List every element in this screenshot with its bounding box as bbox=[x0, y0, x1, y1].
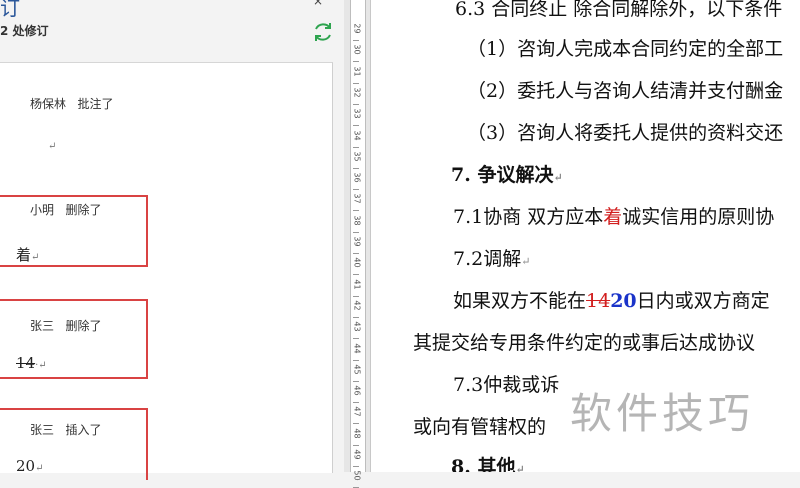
doc-line: （3）咨询人将委托人提供的资料交还 bbox=[467, 122, 784, 144]
doc-line: 7.3仲裁或诉 bbox=[453, 374, 560, 396]
revision-action: 删除了 bbox=[65, 203, 102, 217]
deleted-number: 14 bbox=[586, 290, 611, 312]
doc-line: 6.3 合同终止 除合同解除外，以下条件 bbox=[455, 0, 783, 20]
ruler-number: 44 bbox=[352, 342, 362, 354]
ruler-tick bbox=[353, 167, 359, 169]
ruler-number: 42 bbox=[352, 300, 362, 311]
ruler-tick bbox=[353, 40, 359, 41]
ruler-number: 39 bbox=[352, 236, 362, 247]
ruler-number: 41 bbox=[352, 279, 362, 290]
ruler-tick bbox=[353, 359, 359, 361]
heading-other: 8. 其他↵ bbox=[451, 456, 525, 472]
ruler-number: 33 bbox=[352, 108, 362, 119]
revision-item-comment[interactable]: 杨保林 批注了 bbox=[30, 95, 114, 112]
doc-line: 7.2调解↵ bbox=[453, 248, 531, 270]
revision-author: 张三 bbox=[30, 319, 55, 333]
vertical-ruler: 29 30 31 32 33 34 35 36 37 38 39 40 41 42 43 44 45 46 47 48… bbox=[344, 0, 371, 488]
ruler-number: 32 bbox=[352, 87, 362, 98]
ruler-tick bbox=[353, 380, 359, 382]
ruler-tick bbox=[353, 82, 359, 84]
ruler-tick bbox=[353, 61, 359, 63]
doc-line: （1）咨询人完成本合同约定的全部工 bbox=[467, 38, 784, 60]
revision-action: 插入了 bbox=[65, 423, 102, 437]
revision-list[interactable]: 杨保林 批注了 ↵ 小明 删除了 着↵ 张三 删除了 14·↵ 张三 插入了 2… bbox=[0, 62, 333, 480]
revision-count: 2 处修订 bbox=[0, 24, 49, 38]
revision-content: 14·↵ bbox=[16, 354, 47, 372]
ruler-number: 49 bbox=[352, 449, 362, 460]
paragraph-mark: ↵ bbox=[48, 141, 57, 152]
ruler-tick bbox=[353, 189, 359, 191]
paragraph-mark: ↵ bbox=[31, 252, 40, 263]
paragraph-mark: ↵ bbox=[35, 463, 44, 474]
doc-line: 7.1协商 双方应本着诚实信用的原则协 bbox=[453, 206, 775, 228]
ruler-tick bbox=[353, 146, 359, 148]
deleted-text: 着 bbox=[16, 246, 32, 264]
inserted-number: 20 bbox=[610, 290, 637, 312]
revision-content: 着↵ bbox=[16, 244, 39, 265]
close-icon[interactable]: × bbox=[313, 0, 323, 8]
ruler-tick bbox=[353, 338, 359, 340]
pane-title: 订 bbox=[0, 0, 20, 20]
ruler-number: 40 bbox=[352, 257, 362, 268]
inserted-text: 20 bbox=[16, 457, 36, 475]
revision-content: 20↵ bbox=[16, 457, 43, 475]
ruler-number: 31 bbox=[352, 66, 362, 77]
revision-header: 张三 删除了 bbox=[30, 317, 102, 334]
heading-dispute: 7. 争议解决↵ bbox=[451, 164, 563, 186]
doc-line: 其提交给专用条件约定的或事后达成协议 bbox=[413, 332, 756, 354]
ruler-tick bbox=[353, 444, 359, 446]
ruler-tick bbox=[353, 295, 359, 297]
pane-scrollbar[interactable] bbox=[333, 0, 343, 472]
paragraph-mark: ↵ bbox=[38, 360, 47, 371]
ruler-number: 29 bbox=[352, 23, 362, 34]
ruler-number: 30 bbox=[352, 44, 362, 55]
ruler-tick bbox=[353, 231, 359, 233]
revision-author: 小明 bbox=[30, 203, 55, 217]
revision-header: 小明 删除了 bbox=[30, 201, 102, 218]
ruler-tick bbox=[353, 402, 359, 404]
revision-author: 张三 bbox=[30, 423, 55, 437]
ruler-number: 46 bbox=[352, 385, 362, 396]
ruler-tick bbox=[353, 103, 359, 105]
ruler-tick bbox=[353, 125, 359, 127]
doc-line: 如果双方不能在1420日内或双方商定 bbox=[453, 290, 770, 312]
revision-header: 张三 插入了 bbox=[30, 421, 102, 438]
revision-action: 批注了 bbox=[77, 97, 114, 111]
revision-pane: 订 × 2 处修订 杨保林 批注了 ↵ 小明 删除了 着↵ 张三 删除了 14·… bbox=[0, 0, 343, 480]
ruler-number: 35 bbox=[352, 151, 362, 162]
ruler-tick bbox=[353, 253, 359, 254]
revised-char: 着 bbox=[603, 206, 623, 228]
ruler-number: 47 bbox=[352, 406, 362, 417]
ruler-number: 37 bbox=[352, 193, 362, 204]
ruler-number: 36 bbox=[352, 172, 362, 183]
ruler-tick bbox=[353, 316, 359, 318]
ruler-number: 50 bbox=[352, 470, 362, 481]
ruler-number: 38 bbox=[352, 215, 362, 226]
ruler-number: 45 bbox=[352, 364, 362, 375]
ruler-tick bbox=[353, 210, 359, 212]
revision-author: 杨保林 bbox=[30, 97, 67, 111]
watermark: 软件技巧 bbox=[570, 389, 755, 438]
ruler-number: 34 bbox=[352, 129, 362, 141]
ruler-tick bbox=[353, 423, 359, 425]
revision-action: 删除了 bbox=[65, 319, 102, 333]
ruler-number: 43 bbox=[352, 321, 362, 332]
deleted-text: 14 bbox=[16, 354, 36, 372]
doc-line: 或向有管辖权的 bbox=[413, 416, 547, 438]
doc-line: （2）委托人与咨询人结清并支付酬金 bbox=[467, 80, 784, 102]
ruler-tick bbox=[353, 466, 359, 467]
ruler-tick bbox=[353, 274, 359, 276]
ruler-number: 48 bbox=[352, 428, 362, 439]
refresh-icon[interactable] bbox=[311, 20, 335, 44]
